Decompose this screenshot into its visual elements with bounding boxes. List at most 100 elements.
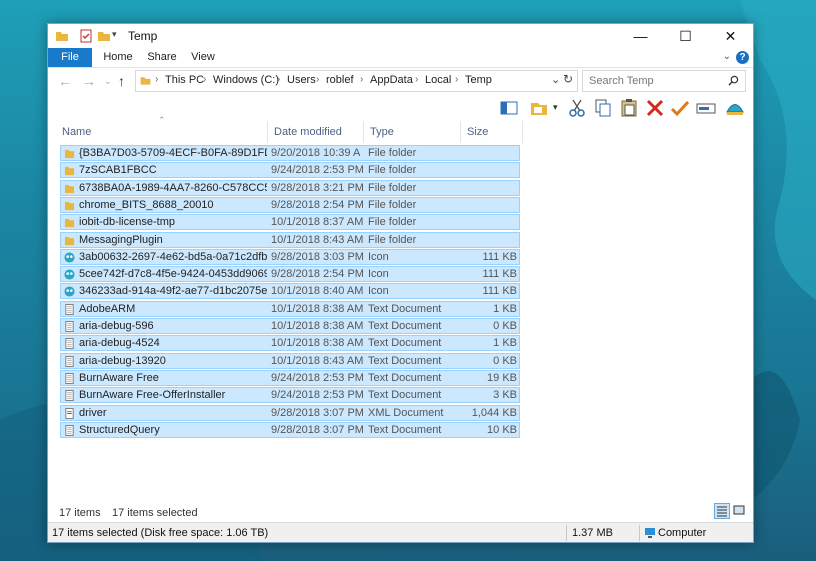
tab-file[interactable]: File [48,48,92,67]
text-document-icon [64,372,75,384]
crumb-separator-icon[interactable]: › [360,74,363,85]
file-size: 111 KB [482,268,517,281]
properties-icon[interactable] [78,28,94,44]
minimize-button[interactable]: — [618,24,663,48]
file-row[interactable]: 346233ad-914a-49f2-ae77-d1bc2075e69... 10… [60,283,520,300]
address-bar[interactable]: › This PC › Windows (C:) › Users › roble… [135,70,578,92]
details-view-button[interactable] [714,503,730,519]
file-row[interactable]: aria-debug-13920 10/1/2018 8:43 AM Text Do… [60,352,520,369]
file-row[interactable]: AdobeARM 10/1/2018 8:38 AM Text Document 1 … [60,300,520,317]
file-type: Text Document [368,302,442,315]
file-date: 10/1/2018 8:38 AM [271,302,363,315]
breadcrumb-users[interactable]: Users [287,74,316,86]
column-headers: Name ⌃ Date modified Type Size [48,115,753,143]
dropdown-icon[interactable]: ▾ [553,102,558,113]
file-row[interactable]: aria-debug-596 10/1/2018 8:38 AM Text Docu… [60,318,520,334]
file-row[interactable]: iobit-db-license-tmp 10/1/2018 8:37 AM Fil… [60,214,520,231]
breadcrumb-temp[interactable]: Temp [465,74,492,86]
file-size: 19 KB [487,371,517,384]
file-row[interactable]: MessagingPlugin 10/1/2018 8:43 AM File fol… [60,231,520,248]
breadcrumb-appdata[interactable]: AppData [370,74,413,86]
file-explorer-window: ▾ Temp — ☐ ✕ File Home Share View ⌄ ? ← … [47,23,754,543]
search-input[interactable]: Search Temp [589,75,654,87]
file-date: 10/1/2018 8:38 AM [271,337,363,350]
file-size: 3 KB [493,389,517,402]
file-row[interactable]: 3ab00632-2697-4e62-bd5a-0a71c2dfb2... 9/2… [60,248,520,265]
file-size: 0 KB [493,320,517,332]
folder-options-icon[interactable] [528,97,550,119]
selection-info: 17 items selected (Disk free space: 1.06… [52,527,269,539]
crumb-separator-icon[interactable]: › [277,74,280,85]
ribbon-tabs: File Home Share View ⌄ ? [48,48,753,68]
divider [566,525,567,541]
preview-pane-icon[interactable] [498,97,520,119]
file-type: Text Document [368,354,442,367]
file-type: Icon [368,285,389,298]
up-button[interactable]: ↑ [118,73,125,89]
crumb-separator-icon[interactable]: › [155,74,158,85]
breadcrumb-roblef[interactable]: roblef [326,74,354,86]
search-icon[interactable] [728,75,739,86]
location-label: Computer [658,527,707,539]
paste-icon[interactable] [618,97,640,119]
cut-icon[interactable] [566,97,588,119]
delete-icon[interactable] [644,97,666,119]
file-row[interactable]: 5cee742f-d7c8-4f5e-9424-0453dd9069f8... 9… [60,266,520,283]
tab-share[interactable]: Share [142,48,182,67]
refresh-icon[interactable]: ↻ [563,72,573,86]
maximize-button[interactable]: ☐ [663,24,708,48]
sort-ascending-icon: ⌃ [158,115,166,125]
file-type: Text Document [368,389,442,402]
file-row[interactable]: {B3BA7D03-5709-4ECF-B0FA-89D1FD00... 9/20… [60,145,520,161]
item-count: 17 items [59,507,101,519]
breadcrumb-this-pc[interactable]: This PC [165,74,204,86]
breadcrumb-local[interactable]: Local [425,74,451,86]
shell-extension-icon[interactable] [724,97,746,119]
file-name: 7zSCAB1FBCC [79,164,157,177]
breadcrumb-windows-c[interactable]: Windows (C:) [213,74,279,86]
column-type[interactable]: Type [364,121,461,143]
file-size: 10 KB [487,423,517,436]
file-row[interactable]: BurnAware Free 9/24/2018 2:53 PM Text Docu… [60,369,520,386]
copy-icon[interactable] [592,97,614,119]
file-row[interactable]: 6738BA0A-1989-4AA7-8260-C578CC5FE 9/28/20… [60,179,520,196]
text-document-icon [64,390,75,402]
column-date-modified[interactable]: Date modified [268,121,364,143]
checkmark-icon[interactable] [669,97,691,119]
rename-icon[interactable] [695,97,717,119]
app-icon [64,252,75,263]
close-button[interactable]: ✕ [708,24,753,48]
new-folder-icon[interactable] [96,28,112,44]
crumb-separator-icon[interactable]: › [455,74,458,85]
crumb-separator-icon[interactable]: › [415,74,418,85]
help-icon[interactable]: ? [736,51,749,64]
file-row[interactable]: chrome_BITS_8688_20010 9/28/2018 2:54 PM F… [60,196,520,213]
file-name: aria-debug-596 [79,320,154,332]
file-row[interactable]: StructuredQuery 9/28/2018 3:07 PM Text Doc… [60,421,520,438]
file-name: 346233ad-914a-49f2-ae77-d1bc2075e69... [79,285,267,298]
crumb-separator-icon[interactable]: › [316,74,319,85]
tab-home[interactable]: Home [98,48,138,67]
file-type: Icon [368,250,389,263]
recent-locations-icon[interactable]: ⌄ [104,76,112,87]
file-row[interactable]: BurnAware Free-OfferInstaller 9/24/2018 2… [60,387,520,404]
file-name: BurnAware Free-OfferInstaller [79,389,226,402]
file-row[interactable]: 7zSCAB1FBCC 9/24/2018 2:53 PM File folder [60,162,520,179]
large-icons-view-button[interactable] [732,503,748,519]
address-dropdown-icon[interactable]: ⌄ [551,73,560,86]
expand-ribbon-icon[interactable]: ⌄ [723,51,731,62]
file-row[interactable]: driver 9/28/2018 3:07 PM XML Document 1,044… [60,404,520,421]
crumb-separator-icon[interactable]: › [203,74,206,85]
file-name: 5cee742f-d7c8-4f5e-9424-0453dd9069f8... [79,268,267,281]
customize-quick-access-icon[interactable]: ▾ [112,29,117,40]
file-row[interactable]: aria-debug-4524 10/1/2018 8:38 AM Text Doc… [60,335,520,352]
search-box[interactable]: Search Temp [582,70,746,92]
forward-button[interactable]: → [82,73,96,89]
selected-count: 17 items selected [112,507,198,519]
back-button[interactable]: ← [58,73,72,89]
file-size: 1,044 KB [471,406,517,419]
column-size[interactable]: Size [461,121,523,143]
text-document-icon [64,424,75,436]
app-icon [64,286,75,297]
tab-view[interactable]: View [185,48,221,67]
